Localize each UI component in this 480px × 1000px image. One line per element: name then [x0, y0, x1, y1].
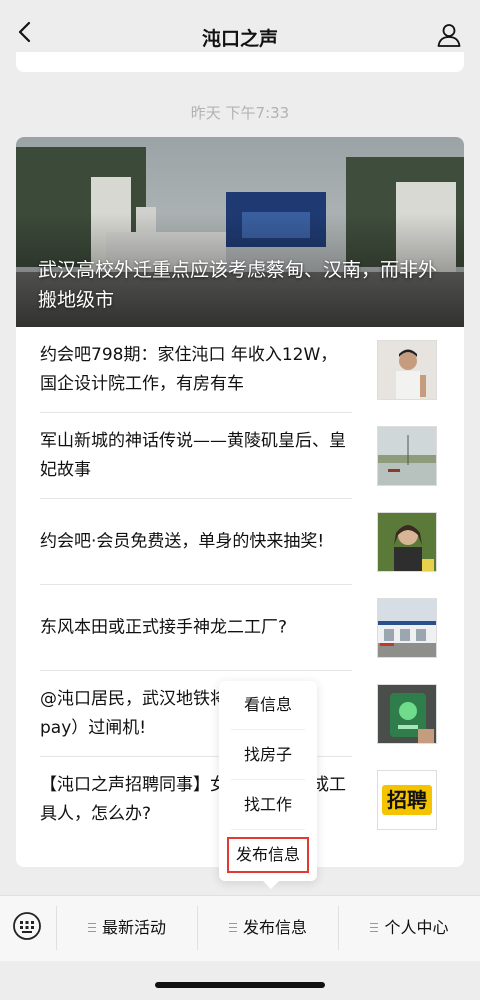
- tab-label: 发布信息: [242, 918, 307, 937]
- popup-caret: [263, 881, 279, 889]
- cover-title: 武汉高校外迁重点应该考虑蔡甸、汉南，而非外搬地级市: [38, 259, 438, 311]
- article-item[interactable]: 约会吧·会员免费送，单身的快来抽奖!: [16, 499, 464, 585]
- article-title: 约会吧798期：家住沌口 年收入12W，国企设计院工作，有房有车: [40, 345, 338, 394]
- tab-label: 最新活动: [101, 918, 166, 937]
- article-thumbnail: [377, 598, 437, 658]
- cover-article[interactable]: 武汉高校外迁重点应该考虑蔡甸、汉南，而非外搬地级市: [16, 137, 464, 327]
- bottom-menu-bar: 最新活动 发布信息 个人中心: [0, 895, 480, 961]
- tab-latest-activities[interactable]: 最新活动: [57, 896, 197, 960]
- home-indicator[interactable]: [155, 982, 325, 988]
- article-thumbnail: [377, 512, 437, 572]
- article-item[interactable]: 东风本田或正式接手神龙二工厂?: [16, 585, 464, 671]
- article-item[interactable]: 军山新城的神话传说——黄陵矶皇后、皇妃故事: [16, 413, 464, 499]
- article-title: 东风本田或正式接手神龙二工厂?: [40, 617, 288, 638]
- menu-item-post-info[interactable]: 发布信息: [227, 837, 309, 873]
- tab-post-info[interactable]: 发布信息: [198, 896, 338, 960]
- tab-personal-center[interactable]: 个人中心: [339, 896, 480, 960]
- article-title: 军山新城的神话传说——黄陵矶皇后、皇妃故事: [40, 431, 346, 480]
- menu-lines-icon: [370, 923, 379, 932]
- recruit-thumbnail: 招聘: [377, 770, 437, 830]
- article-thumbnail: [377, 340, 437, 400]
- recruit-badge-text: 招聘: [387, 788, 427, 812]
- menu-divider: [231, 779, 305, 780]
- menu-lines-icon: [228, 923, 237, 932]
- tab-label: 个人中心: [384, 918, 449, 937]
- menu-item-view-info[interactable]: 看信息: [227, 687, 309, 723]
- article-title: 约会吧·会员免费送，单身的快来抽奖!: [40, 531, 325, 552]
- menu-item-find-job[interactable]: 找工作: [227, 787, 309, 823]
- message-timestamp: 昨天 下午7:33: [190, 104, 290, 122]
- menu-item-find-house[interactable]: 找房子: [227, 737, 309, 773]
- keyboard-icon[interactable]: [12, 911, 42, 941]
- page-title: 沌口之声: [201, 28, 278, 50]
- menu-lines-icon: [87, 923, 96, 932]
- article-thumbnail: [377, 684, 437, 744]
- person-icon[interactable]: [436, 22, 462, 48]
- previous-message-card: [16, 52, 464, 72]
- menu-divider: [231, 729, 305, 730]
- menu-divider: [231, 829, 305, 830]
- article-item[interactable]: 约会吧798期：家住沌口 年收入12W，国企设计院工作，有房有车: [16, 327, 464, 413]
- article-thumbnail: [377, 426, 437, 486]
- popup-menu: 看信息 找房子 找工作 发布信息: [219, 681, 317, 889]
